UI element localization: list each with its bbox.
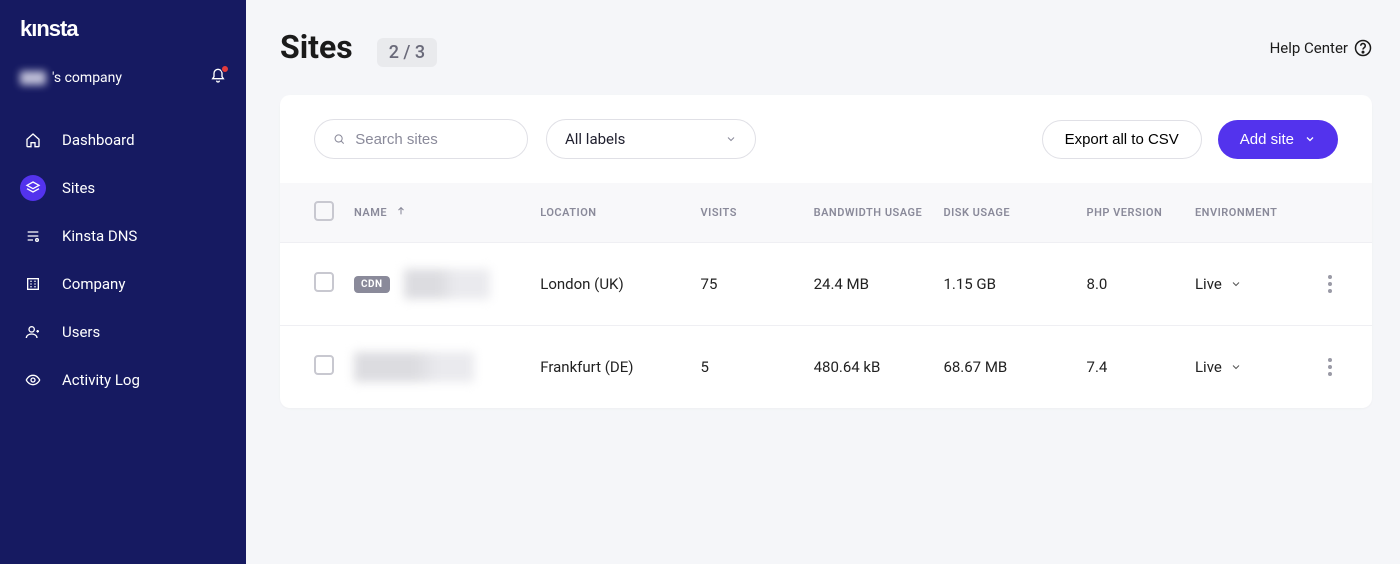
- company-suffix: 's company: [52, 70, 122, 86]
- site-name-redacted: [404, 269, 490, 299]
- site-name-redacted: [354, 352, 474, 382]
- column-header-php[interactable]: PHP VERSION: [1087, 206, 1163, 219]
- layers-icon: [25, 180, 41, 196]
- cell-bandwidth: 24.4 MB: [804, 243, 934, 326]
- building-icon: [25, 276, 41, 292]
- company-name-redacted: [20, 71, 46, 85]
- sidebar-item-label: Kinsta DNS: [62, 227, 137, 245]
- labels-filter-label: All labels: [565, 130, 625, 148]
- column-header-name[interactable]: NAME: [354, 206, 387, 219]
- notifications-button[interactable]: [210, 68, 226, 88]
- sidebar-item-users[interactable]: Users: [0, 308, 246, 356]
- home-icon: [25, 132, 41, 148]
- column-header-environment[interactable]: ENVIRONMENT: [1195, 206, 1277, 219]
- sidebar-item-activity[interactable]: Activity Log: [0, 356, 246, 404]
- cell-bandwidth: 480.64 kB: [804, 326, 934, 409]
- search-icon: [333, 132, 345, 146]
- brand-logo: kınsta: [0, 18, 246, 58]
- labels-filter-dropdown[interactable]: All labels: [546, 119, 756, 159]
- sidebar-item-label: Activity Log: [62, 371, 140, 389]
- environment-label: Live: [1195, 275, 1222, 293]
- add-site-label: Add site: [1240, 131, 1294, 148]
- chevron-down-icon: [1230, 278, 1242, 290]
- chevron-down-icon: [725, 133, 737, 145]
- add-site-button[interactable]: Add site: [1218, 120, 1338, 159]
- sidebar-item-company[interactable]: Company: [0, 260, 246, 308]
- sidebar-item-dashboard[interactable]: Dashboard: [0, 116, 246, 164]
- help-center-label: Help Center: [1270, 39, 1348, 57]
- site-count-badge: 2 / 3: [377, 38, 437, 67]
- page-title: Sites: [280, 28, 353, 66]
- dns-icon: [25, 228, 41, 244]
- toolbar: All labels Export all to CSV Add site: [280, 95, 1372, 183]
- row-actions-button[interactable]: [1322, 352, 1338, 382]
- chevron-down-icon: [1230, 361, 1242, 373]
- sidebar-item-label: Dashboard: [62, 131, 135, 149]
- cell-location: London (UK): [530, 243, 690, 326]
- row-checkbox[interactable]: [314, 272, 334, 292]
- cell-visits: 75: [691, 243, 804, 326]
- sidebar-item-label: Users: [62, 323, 100, 341]
- notification-dot-icon: [221, 65, 229, 73]
- table-row[interactable]: Frankfurt (DE) 5 480.64 kB 68.67 MB 7.4 …: [280, 326, 1372, 409]
- sidebar-item-label: Company: [62, 275, 125, 293]
- search-input[interactable]: [355, 131, 509, 148]
- export-csv-button[interactable]: Export all to CSV: [1042, 120, 1202, 159]
- sidebar: kınsta 's company Dashboard Sites: [0, 0, 246, 564]
- select-all-checkbox[interactable]: [314, 201, 334, 221]
- sidebar-item-sites[interactable]: Sites: [0, 164, 246, 212]
- users-icon: [25, 324, 41, 340]
- column-header-visits[interactable]: VISITS: [701, 206, 737, 219]
- row-actions-button[interactable]: [1322, 269, 1338, 299]
- cell-disk: 1.15 GB: [933, 243, 1076, 326]
- table-row[interactable]: CDN London (UK) 75 24.4 MB 1.15 GB 8.0 L…: [280, 243, 1372, 326]
- main-content: Sites 2 / 3 Help Center All labels: [246, 0, 1400, 564]
- cell-php: 7.4: [1077, 326, 1185, 409]
- sort-asc-icon: [396, 206, 406, 216]
- cell-php: 8.0: [1077, 243, 1185, 326]
- help-center-link[interactable]: Help Center: [1270, 39, 1372, 57]
- search-input-wrap[interactable]: [314, 119, 528, 159]
- sites-table: NAME LOCATION VISITS BANDWIDTH USAGE DIS…: [280, 183, 1372, 408]
- cell-visits: 5: [691, 326, 804, 409]
- cell-location: Frankfurt (DE): [530, 326, 690, 409]
- column-header-location[interactable]: LOCATION: [540, 206, 596, 219]
- help-icon: [1354, 39, 1372, 57]
- svg-text:kınsta: kınsta: [20, 18, 79, 40]
- sidebar-item-dns[interactable]: Kinsta DNS: [0, 212, 246, 260]
- company-switcher[interactable]: 's company: [0, 58, 246, 98]
- environment-dropdown[interactable]: Live: [1195, 358, 1302, 376]
- nav: Dashboard Sites Kinsta DNS Company Users…: [0, 116, 246, 404]
- column-header-disk[interactable]: DISK USAGE: [943, 206, 1010, 219]
- column-header-bandwidth[interactable]: BANDWIDTH USAGE: [814, 206, 923, 219]
- row-checkbox[interactable]: [314, 355, 334, 375]
- environment-dropdown[interactable]: Live: [1195, 275, 1302, 293]
- page-header: Sites 2 / 3 Help Center: [280, 28, 1372, 67]
- eye-icon: [25, 372, 41, 388]
- chevron-down-icon: [1304, 133, 1316, 145]
- environment-label: Live: [1195, 358, 1222, 376]
- sites-card: All labels Export all to CSV Add site: [280, 95, 1372, 408]
- sidebar-item-label: Sites: [62, 179, 95, 197]
- cdn-badge: CDN: [354, 276, 390, 293]
- cell-disk: 68.67 MB: [933, 326, 1076, 409]
